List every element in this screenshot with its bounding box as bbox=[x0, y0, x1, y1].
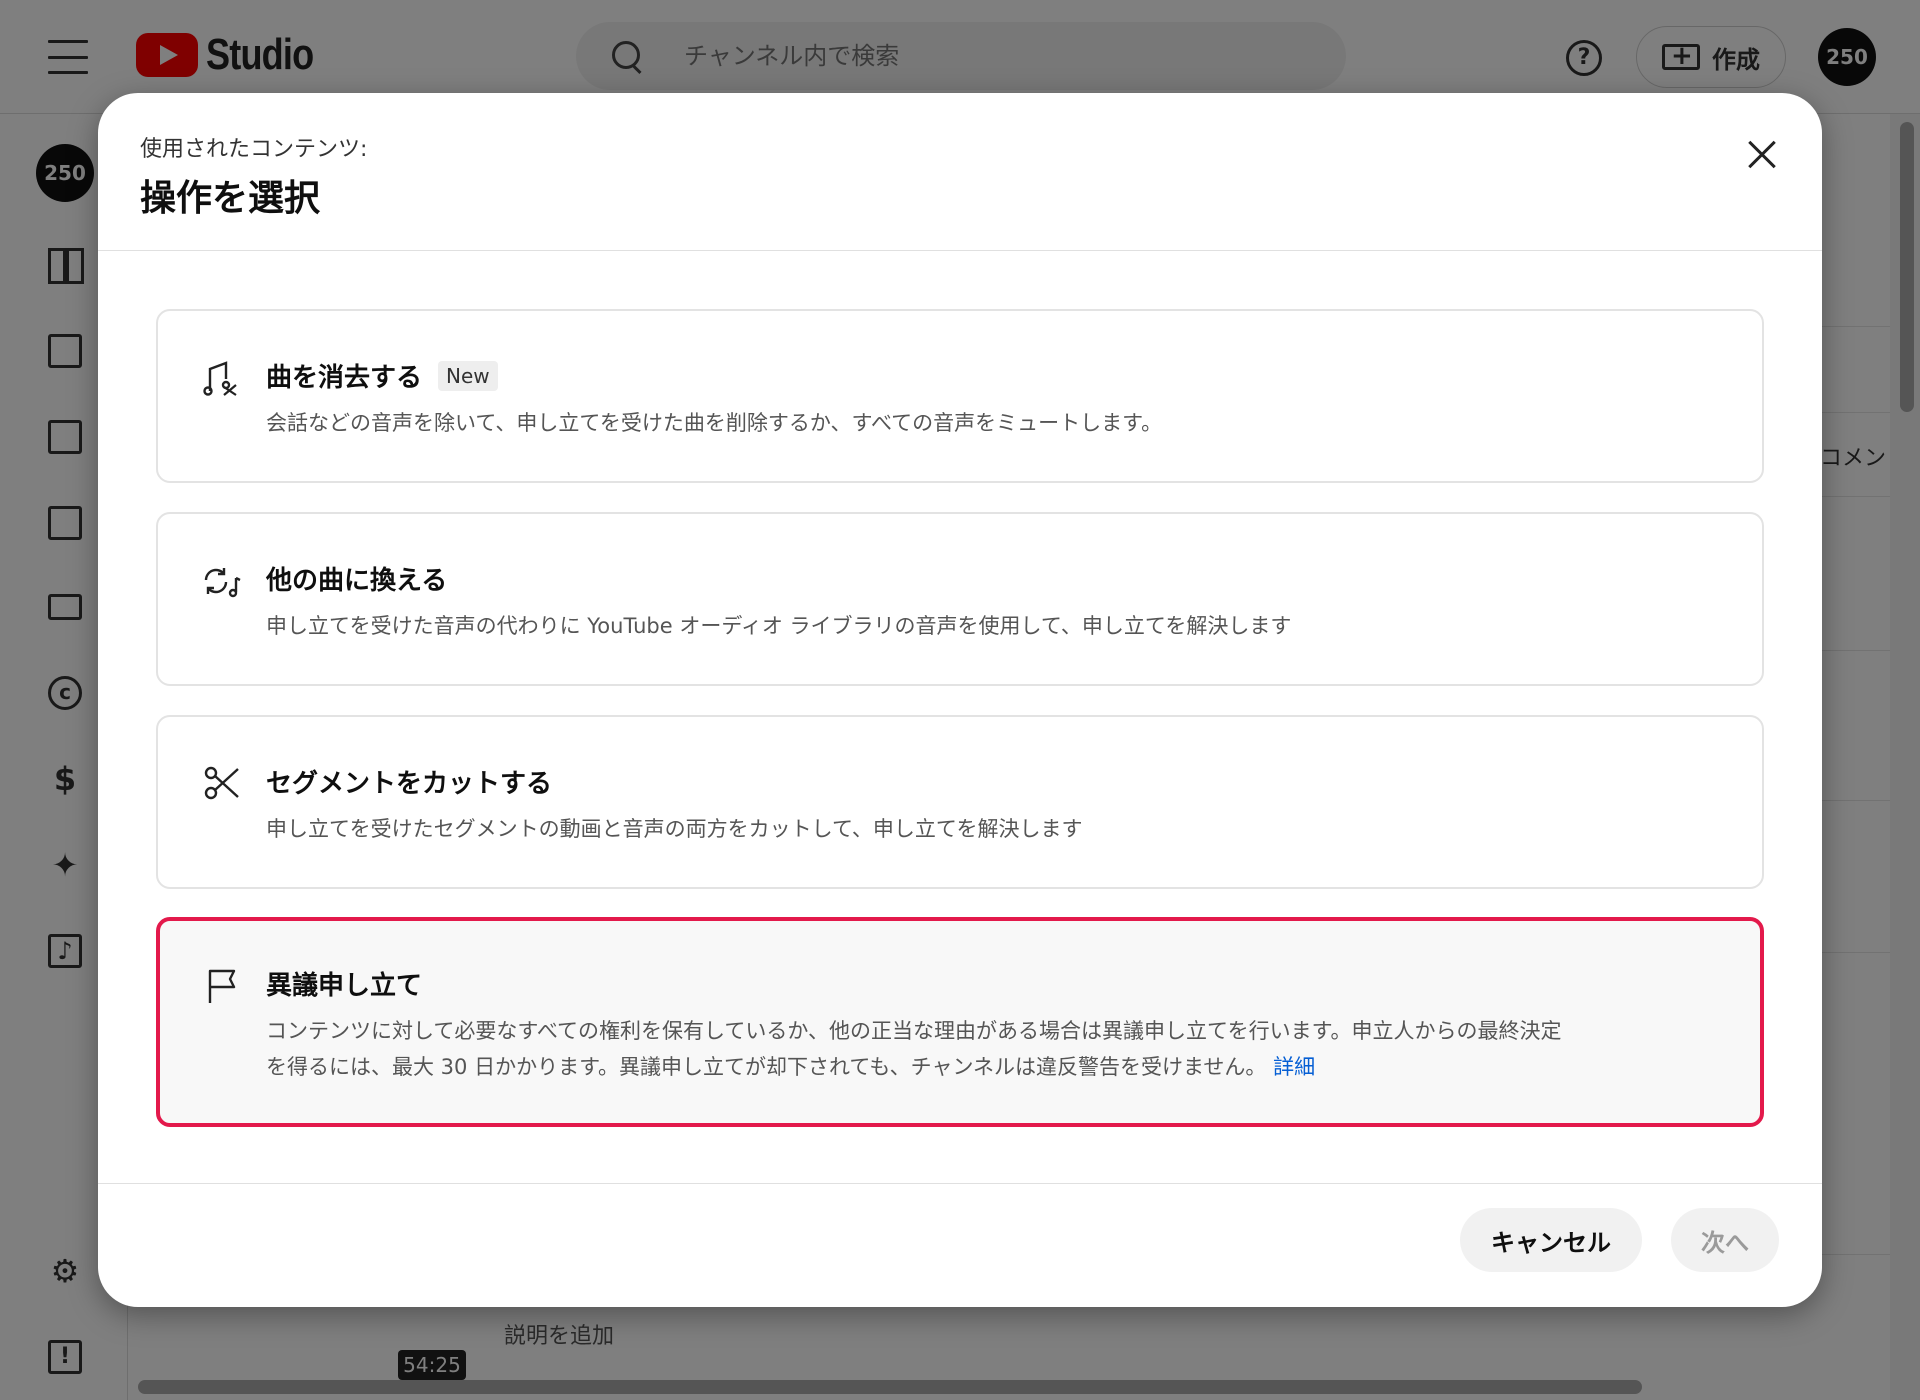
select-action-dialog: 使用されたコンテンツ: 操作を選択 曲を消去する New 会話などの音声を除いて… bbox=[98, 93, 1822, 1307]
option-cut-segment[interactable]: セグメントをカットする 申し立てを受けたセグメントの動画と音声の両方をカットして… bbox=[156, 715, 1764, 889]
option-title-row: 異議申し立て bbox=[266, 965, 422, 1002]
option-description: 会話などの音声を除いて、申し立てを受けた曲を削除するか、すべての音声をミュートし… bbox=[266, 411, 1163, 435]
option-title-row: 曲を消去する New bbox=[266, 357, 498, 394]
option-title: セグメントをカットする bbox=[266, 769, 553, 799]
option-description: 申し立てを受けたセグメントの動画と音声の両方をカットして、申し立てを解決します bbox=[266, 817, 1083, 841]
option-title: 異議申し立て bbox=[266, 971, 423, 1001]
close-icon[interactable] bbox=[1734, 127, 1790, 183]
option-title-row: セグメントをカットする bbox=[266, 763, 552, 800]
next-button[interactable]: 次へ bbox=[1671, 1208, 1779, 1272]
option-title: 曲を消去する bbox=[266, 363, 423, 393]
learn-more-link[interactable]: 詳細 bbox=[1273, 1055, 1315, 1079]
option-title-row: 他の曲に換える bbox=[266, 560, 447, 597]
option-dispute[interactable]: 異議申し立て コンテンツに対して必要なすべての権利を保有しているか、他の正当な理… bbox=[156, 917, 1764, 1127]
dialog-title: 操作を選択 bbox=[140, 178, 321, 219]
option-title: 他の曲に換える bbox=[266, 566, 448, 596]
option-description: コンテンツに対して必要なすべての権利を保有しているか、他の正当な理由がある場合は… bbox=[266, 1013, 1706, 1085]
option-erase-song[interactable]: 曲を消去する New 会話などの音声を除いて、申し立てを受けた曲を削除するか、す… bbox=[156, 309, 1764, 483]
option-replace-song[interactable]: 他の曲に換える 申し立てを受けた音声の代わりに YouTube オーディオ ライ… bbox=[156, 512, 1764, 686]
option-description: 申し立てを受けた音声の代わりに YouTube オーディオ ライブラリの音声を使… bbox=[266, 614, 1292, 638]
dialog-footer: キャンセル 次へ bbox=[98, 1183, 1822, 1307]
dialog-subtitle: 使用されたコンテンツ: bbox=[140, 137, 368, 162]
dialog-header: 使用されたコンテンツ: 操作を選択 bbox=[98, 93, 1822, 251]
flag-icon bbox=[208, 969, 236, 1003]
cancel-button[interactable]: キャンセル bbox=[1460, 1208, 1642, 1272]
description-line-2: を得るには、最大 30 日かかります。異議申し立てが却下されても、チャンネルは違… bbox=[266, 1055, 1267, 1079]
scissors-icon bbox=[204, 766, 239, 800]
description-line-1: コンテンツに対して必要なすべての権利を保有しているか、他の正当な理由がある場合は… bbox=[266, 1019, 1562, 1043]
new-badge: New bbox=[438, 360, 498, 391]
erase-song-icon bbox=[203, 361, 237, 396]
replace-song-icon bbox=[204, 568, 241, 598]
